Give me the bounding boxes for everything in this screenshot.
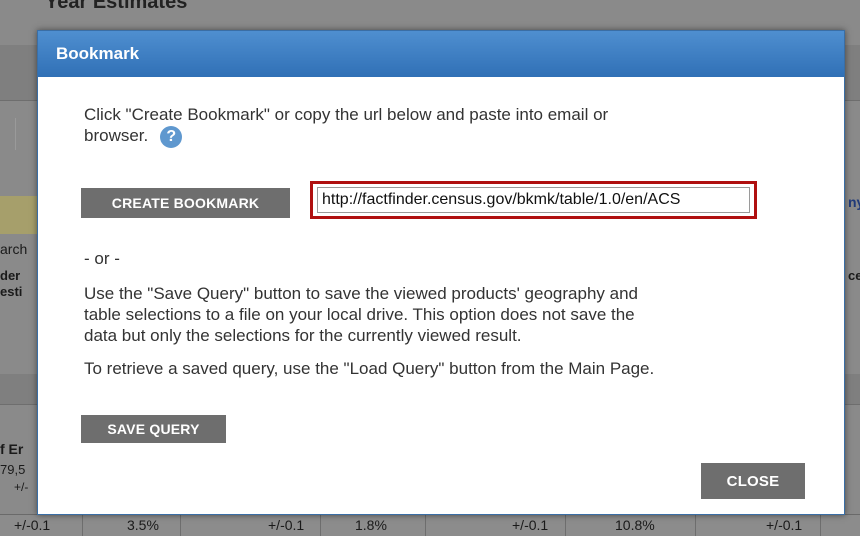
table-cell: +/-0.1	[268, 517, 305, 533]
save-info-line-1: Use the "Save Query" button to save the …	[84, 284, 638, 303]
background-fragment: ny	[848, 194, 860, 210]
dialog-header: Bookmark	[38, 31, 844, 77]
intro-text-browser: browser.	[84, 126, 149, 145]
background-table-row: +/-0.1 3.5% +/-0.1 1.8% +/-0.1 10.8% +/-…	[0, 514, 860, 536]
background-fragment: f Er	[0, 441, 24, 457]
table-cell: 10.8%	[615, 517, 655, 533]
intro-text-line-2: browser.?	[84, 125, 183, 148]
bookmark-dialog: Bookmark Click "Create Bookmark" or copy…	[37, 30, 845, 515]
close-button[interactable]: CLOSE	[701, 463, 805, 499]
background-fragment: der	[0, 268, 21, 283]
background-fragment: arch	[0, 241, 28, 257]
create-bookmark-button[interactable]: CREATE BOOKMARK	[81, 188, 290, 218]
table-cell: +/-0.1	[512, 517, 549, 533]
table-cell: +/-0.1	[766, 517, 803, 533]
bookmark-url-field[interactable]	[317, 187, 750, 213]
background-fragment: esti	[0, 284, 23, 299]
background-divider	[15, 118, 16, 150]
intro-text-line-1: Click "Create Bookmark" or copy the url …	[84, 105, 609, 124]
question-circle-icon[interactable]: ?	[160, 125, 183, 148]
background-heading: Year Estimates	[45, 0, 188, 13]
or-separator: - or -	[84, 249, 120, 268]
dialog-title: Bookmark	[56, 44, 140, 63]
save-info-line-2: table selections to a file on your local…	[84, 305, 635, 324]
background-highlight	[0, 196, 40, 234]
url-highlight-box	[310, 181, 757, 219]
table-cell: 1.8%	[355, 517, 387, 533]
table-cell: 3.5%	[127, 517, 159, 533]
table-cell: +/-0.1	[14, 517, 51, 533]
save-query-button[interactable]: SAVE QUERY	[81, 415, 226, 443]
background-fragment: ce	[848, 268, 860, 283]
save-info-line-3: data but only the selections for the cur…	[84, 326, 522, 345]
retrieve-info-text: To retrieve a saved query, use the "Load…	[84, 359, 655, 378]
background-fragment: 79,5	[0, 462, 26, 477]
background-fragment: +/-	[14, 480, 29, 494]
